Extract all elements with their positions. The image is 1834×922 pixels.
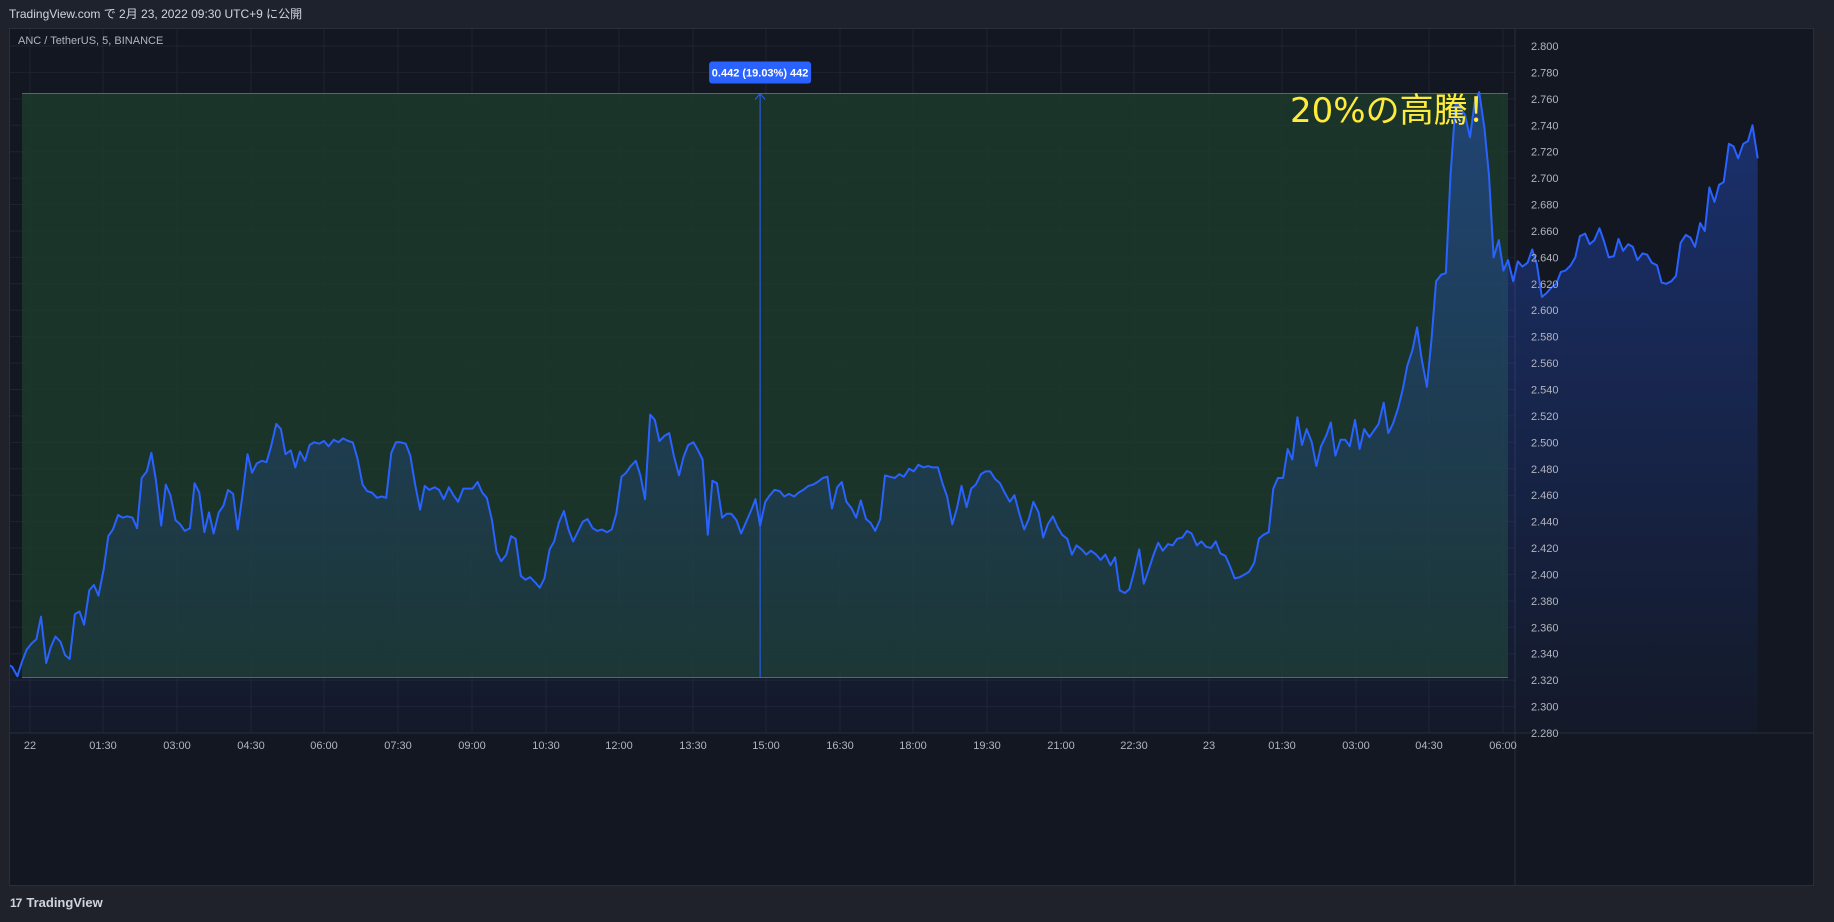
price-chart[interactable]: 0.442 (19.03%) 442 20%の高騰！ 2.800 2.780 2.760… [10,29,1814,885]
x-tick-label: 16:30 [826,740,854,752]
y-tick-label: 2.700 [1531,173,1559,185]
tradingview-footer[interactable]: 17 TradingView [10,895,103,910]
x-tick-label: 06:00 [1489,740,1517,752]
annotation-text: 20%の高騰！ [1290,91,1502,131]
x-tick-label: 04:30 [1415,740,1443,752]
y-tick-label: 2.780 [1531,67,1559,79]
x-tick-label: 13:30 [679,740,707,752]
publish-text: TradingView.com で 2月 23, 2022 09:30 UTC+… [9,7,303,21]
y-tick-label: 2.740 [1531,120,1559,132]
x-tick-label: 15:00 [752,740,780,752]
y-tick-label: 2.540 [1531,385,1559,397]
symbol-label: ANC / TetherUS, 5, BINANCE [18,35,164,47]
x-tick-label: 19:30 [973,740,1001,752]
y-tick-label: 2.280 [1531,728,1559,740]
x-tick-label: 10:30 [532,740,560,752]
y-tick-label: 2.480 [1531,464,1559,476]
x-tick-label: 06:00 [310,740,338,752]
y-tick-label: 2.620 [1531,279,1559,291]
y-tick-label: 2.380 [1531,596,1559,608]
x-tick-label: 21:00 [1047,740,1075,752]
x-tick-label: 03:00 [163,740,191,752]
x-tick-label: 07:30 [384,740,412,752]
y-tick-label: 2.640 [1531,252,1559,264]
y-tick-label: 2.400 [1531,569,1559,581]
measure-label: 0.442 (19.03%) 442 [712,68,809,80]
x-tick-label: 22 [24,740,36,752]
y-tick-label: 2.520 [1531,411,1559,423]
y-tick-label: 2.340 [1531,649,1559,661]
y-tick-label: 2.320 [1531,675,1559,687]
y-tick-label: 2.680 [1531,200,1559,212]
x-tick-label: 04:30 [237,740,265,752]
x-tick-label: 01:30 [89,740,117,752]
y-tick-label: 2.660 [1531,226,1559,238]
y-tick-label: 2.600 [1531,305,1559,317]
y-tick-label: 2.420 [1531,543,1559,555]
x-tick-label: 18:00 [899,740,927,752]
x-tick-label: 01:30 [1268,740,1296,752]
y-tick-label: 2.360 [1531,622,1559,634]
x-tick-label: 12:00 [605,740,633,752]
y-tick-label: 2.760 [1531,94,1559,106]
tradingview-logo-icon: 17 [10,895,22,910]
x-tick-label: 22:30 [1120,740,1148,752]
y-tick-label: 2.500 [1531,437,1559,449]
y-tick-label: 2.800 [1531,41,1559,53]
y-tick-label: 2.460 [1531,490,1559,502]
x-tick-label: 23 [1203,740,1215,752]
y-tick-label: 2.300 [1531,702,1559,714]
tradingview-brand: TradingView [26,895,103,910]
publish-header: TradingView.com で 2月 23, 2022 09:30 UTC+… [0,0,1834,28]
y-tick-label: 2.440 [1531,517,1559,529]
x-tick-label: 03:00 [1342,740,1370,752]
y-tick-label: 2.580 [1531,332,1559,344]
y-tick-label: 2.560 [1531,358,1559,370]
y-tick-label: 2.720 [1531,147,1559,159]
x-tick-label: 09:00 [458,740,486,752]
